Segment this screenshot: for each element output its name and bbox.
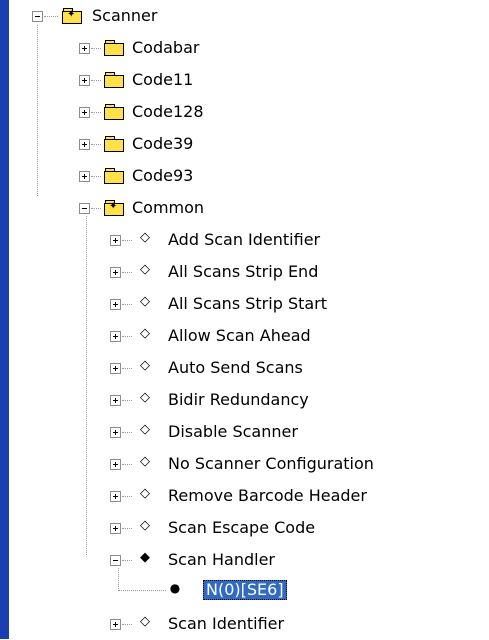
tree-node-label: Code128 [132,102,204,121]
tree-view[interactable]: ✦ Scanner Codabar Code11 Code128 Code39 … [0,0,489,639]
property-diamond-icon: ◇ [140,390,150,405]
tree-node-label: Code11 [132,70,194,89]
tree-node-label: Scan Handler [168,550,275,569]
expand-icon[interactable] [79,43,90,54]
expand-icon[interactable] [110,299,121,310]
tree-node-bidir-redundancy[interactable]: ◇ Bidir Redundancy [0,384,489,416]
tree-node-label: Scan Identifier [168,614,285,633]
open-folder-icon: ✦ [62,8,82,24]
tree-node-scan-identifier[interactable]: ◇ Scan Identifier [0,608,489,640]
tree-node-allow-scan-ahead[interactable]: ◇ Allow Scan Ahead [0,320,489,352]
expand-icon[interactable] [79,171,90,182]
property-diamond-icon: ◇ [140,262,150,277]
collapse-icon[interactable] [32,11,43,22]
property-diamond-icon: ◇ [140,294,150,309]
expand-icon[interactable] [110,427,121,438]
tree-line [118,590,166,592]
expand-icon[interactable] [110,331,121,342]
tree-node-label: Code39 [132,134,194,153]
value-bullet-icon: ● [169,581,181,595]
tree-node-scan-escape-code[interactable]: ◇ Scan Escape Code [0,512,489,544]
tree-node-label: All Scans Strip End [168,262,319,281]
tree-line [122,496,132,498]
tree-node-label: Codabar [132,38,200,57]
tree-line [122,368,132,370]
tree-line [122,560,132,562]
tree-line [122,400,132,402]
property-diamond-icon: ◇ [140,326,150,341]
tree-node-no-scanner-configuration[interactable]: ◇ No Scanner Configuration [0,448,489,480]
tree-line [91,144,101,146]
tree-line [91,80,101,82]
tree-node-label: Scanner [92,6,158,25]
property-diamond-icon: ◇ [140,454,150,469]
tree-node-code128[interactable]: Code128 [0,96,300,128]
property-diamond-icon: ◇ [140,230,150,245]
property-diamond-icon: ◇ [140,486,150,501]
tree-node-label: Allow Scan Ahead [168,326,311,345]
tree-node-label: All Scans Strip Start [168,294,328,313]
selected-value-label[interactable]: N(0)[SE6] [203,580,287,600]
tree-line [122,624,132,626]
tree-node-all-scans-strip-end[interactable]: ◇ All Scans Strip End [0,256,489,288]
open-folder-icon: ✦ [104,200,124,216]
expand-icon[interactable] [79,107,90,118]
expand-icon[interactable] [110,267,121,278]
tree-node-remove-barcode-header[interactable]: ◇ Remove Barcode Header [0,480,489,512]
tree-node-label: Disable Scanner [168,422,298,441]
tree-line [44,16,58,18]
folder-icon [104,136,124,152]
tree-node-auto-send-scans[interactable]: ◇ Auto Send Scans [0,352,489,384]
tree-node-label: Scan Escape Code [168,518,316,537]
tree-node-add-scan-identifier[interactable]: ◇ Add Scan Identifier [0,224,489,256]
expand-icon[interactable] [110,619,121,630]
expand-icon[interactable] [110,459,121,470]
tree-node-label: Remove Barcode Header [168,486,367,505]
folder-icon [104,40,124,56]
tree-line [122,464,132,466]
tree-line [122,272,132,274]
tree-node-all-scans-strip-start[interactable]: ◇ All Scans Strip Start [0,288,489,320]
folder-icon [104,168,124,184]
tree-node-label: Add Scan Identifier [168,230,321,249]
tree-line [91,208,101,210]
tree-node-label: No Scanner Configuration [168,454,374,473]
tree-line [91,48,101,50]
expand-icon[interactable] [110,235,121,246]
property-diamond-icon: ◇ [140,422,150,437]
tree-line [122,528,132,530]
tree-line [122,240,132,242]
folder-icon [104,72,124,88]
tree-node-selected-value[interactable]: ● N(0)[SE6] [0,576,489,608]
tree-line [91,176,101,178]
tree-node-common[interactable]: ✦ Common [0,192,300,224]
tree-line [122,336,132,338]
folder-icon [104,104,124,120]
property-diamond-filled-icon: ◆ [140,550,150,565]
tree-node-label: Bidir Redundancy [168,390,309,409]
tree-line [122,304,132,306]
collapse-icon[interactable] [110,555,121,566]
tree-line [122,432,132,434]
expand-icon[interactable] [79,75,90,86]
expand-icon[interactable] [79,139,90,150]
property-diamond-icon: ◇ [140,614,150,629]
expand-icon[interactable] [110,395,121,406]
property-diamond-icon: ◇ [140,358,150,373]
tree-node-code11[interactable]: Code11 [0,64,300,96]
tree-node-label: Code93 [132,166,194,185]
tree-node-label: Auto Send Scans [168,358,303,377]
collapse-icon[interactable] [79,203,90,214]
expand-icon[interactable] [110,491,121,502]
tree-node-codabar[interactable]: Codabar [0,32,300,64]
tree-node-disable-scanner[interactable]: ◇ Disable Scanner [0,416,489,448]
expand-icon[interactable] [110,363,121,374]
tree-node-code93[interactable]: Code93 [0,160,300,192]
expand-icon[interactable] [110,523,121,534]
tree-node-scan-handler[interactable]: ◆ Scan Handler [0,544,489,576]
property-diamond-icon: ◇ [140,518,150,533]
tree-node-code39[interactable]: Code39 [0,128,300,160]
tree-line [91,112,101,114]
tree-node-label: Common [132,198,205,217]
